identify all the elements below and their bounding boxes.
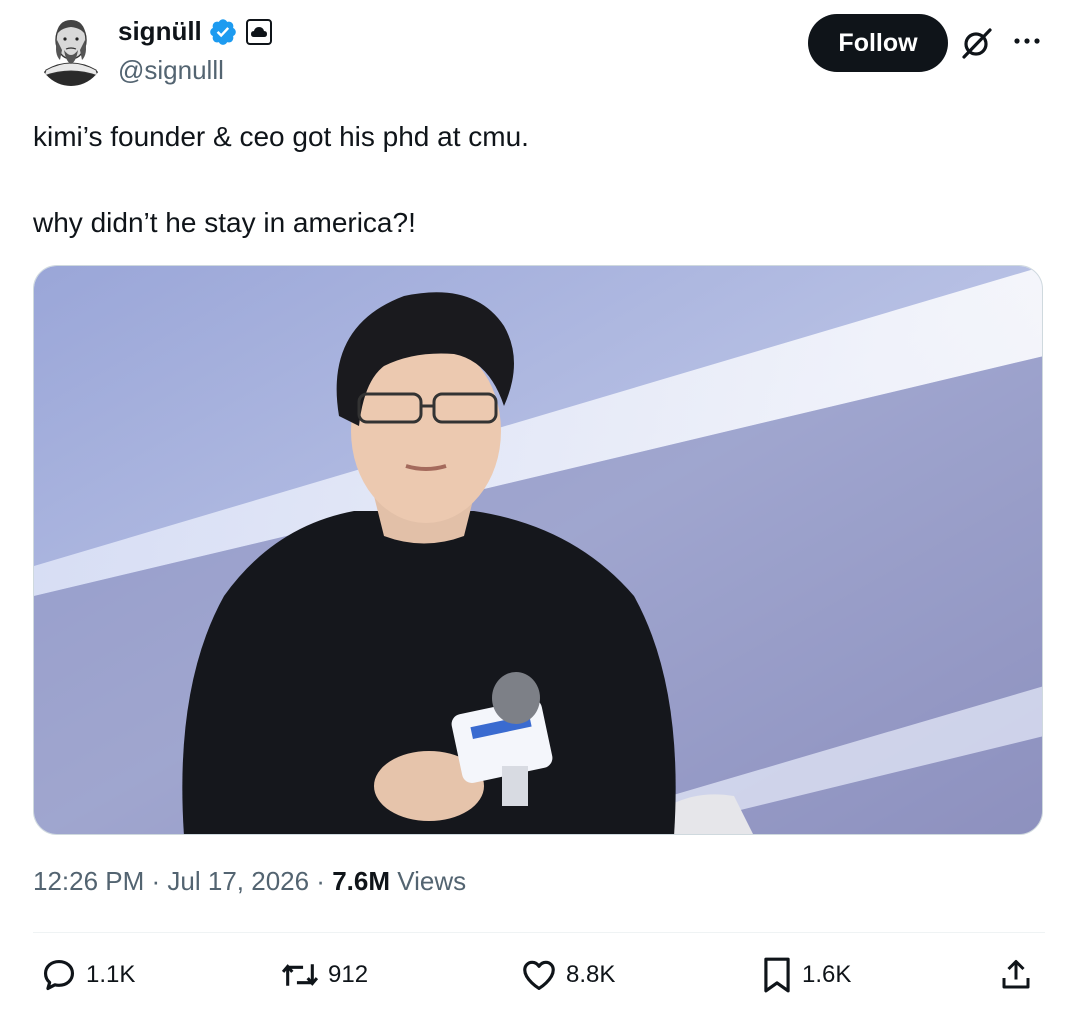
retweet-count: 912 xyxy=(328,961,369,988)
share-icon xyxy=(1002,960,1030,989)
meta-separator: · xyxy=(309,866,333,896)
tweet-time[interactable]: 12:26 PM xyxy=(33,866,144,896)
more-icon[interactable] xyxy=(1012,30,1042,50)
bookmark-icon xyxy=(764,957,790,993)
tweet-photo[interactable] xyxy=(33,265,1043,835)
tweet-meta: 12:26 PM · Jul 17, 2026 · 7.6M Views xyxy=(33,866,466,897)
divider xyxy=(33,932,1045,933)
views-count: 7.6M xyxy=(332,866,390,896)
meta-separator: · xyxy=(144,866,168,896)
photo-image xyxy=(34,266,1042,834)
bookmark-button[interactable]: 1.6K xyxy=(760,955,851,995)
bookmark-count: 1.6K xyxy=(802,961,852,988)
reply-button[interactable]: 1.1K xyxy=(40,955,135,995)
cloud-affiliate-icon[interactable] xyxy=(245,18,272,45)
tweet-text: kimi’s founder & ceo got his phd at cmu.… xyxy=(33,121,529,238)
grok-icon[interactable] xyxy=(960,26,994,60)
reply-count: 1.1K xyxy=(86,961,136,988)
like-count: 8.8K xyxy=(566,961,616,988)
avatar-image xyxy=(36,10,106,86)
reply-icon xyxy=(43,959,75,991)
author-display-name[interactable]: signüll xyxy=(118,16,202,47)
like-button[interactable]: 8.8K xyxy=(520,955,615,995)
retweet-button[interactable]: 912 xyxy=(280,955,368,995)
retweet-icon xyxy=(281,964,319,986)
heart-icon xyxy=(523,960,555,991)
share-button[interactable] xyxy=(998,955,1034,995)
author-handle[interactable]: @signulll xyxy=(118,55,224,86)
verified-badge-icon[interactable] xyxy=(208,17,238,47)
tweet-date[interactable]: Jul 17, 2026 xyxy=(167,866,309,896)
avatar[interactable] xyxy=(36,10,106,86)
views-label: Views xyxy=(397,866,467,896)
follow-button[interactable]: Follow xyxy=(808,14,948,72)
author-name-row[interactable]: signüll xyxy=(118,16,272,47)
